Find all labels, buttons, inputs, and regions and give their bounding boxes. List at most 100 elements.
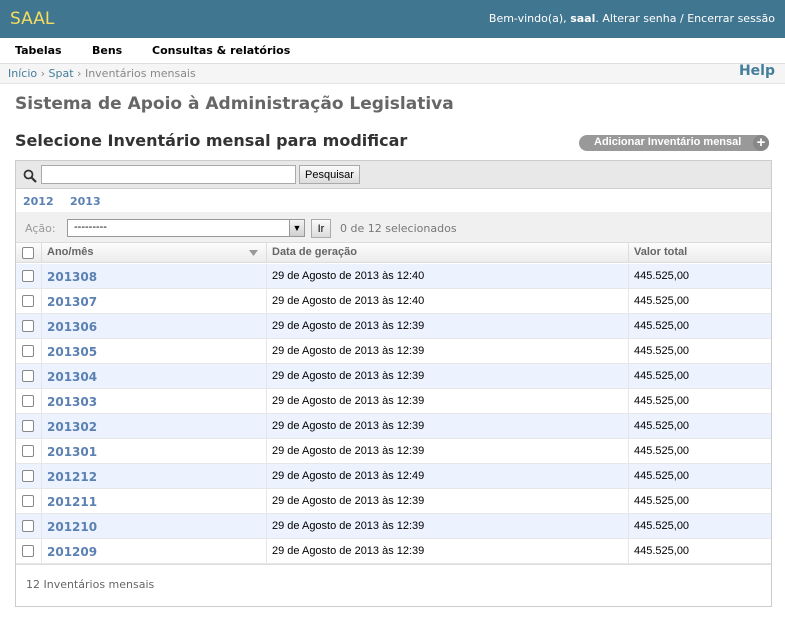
menu-bens[interactable]: Bens <box>92 44 122 57</box>
search-button[interactable]: Pesquisar <box>299 165 360 184</box>
user-tools: Bem-vindo(a), saal. Alterar senha / Ence… <box>488 12 775 25</box>
valor-total-cell: 445.525,00 <box>628 539 771 564</box>
ano-mes-cell: 201303 <box>41 389 266 414</box>
selection-counter: 0 de 12 selecionados <box>340 222 457 235</box>
year-link-2013[interactable]: 2013 <box>70 195 101 208</box>
ano-mes-cell: 201304 <box>41 364 266 389</box>
logout-link[interactable]: Encerrar sessão <box>687 12 775 25</box>
table-row: 201210 29 de Agosto de 2013 às 12:39 445.5… <box>16 514 771 539</box>
ano-mes-link[interactable]: 201306 <box>47 320 97 334</box>
column-header-label: Valor total <box>634 246 688 258</box>
change-password-link[interactable]: Alterar senha <box>602 12 676 25</box>
plus-icon: + <box>753 135 769 151</box>
changelist: Pesquisar 2012 2013 Ação: --------- ▼ Ir… <box>15 160 772 607</box>
ano-mes-link[interactable]: 201302 <box>47 420 97 434</box>
row-checkbox-cell <box>16 339 41 364</box>
data-geracao-cell: 29 de Agosto de 2013 às 12:39 <box>266 389 628 414</box>
site-title: Sistema de Apoio à Administração Legisla… <box>15 94 454 114</box>
data-geracao-cell: 29 de Agosto de 2013 às 12:39 <box>266 514 628 539</box>
ano-mes-link[interactable]: 201209 <box>47 545 97 559</box>
ano-mes-link[interactable]: 201304 <box>47 370 97 384</box>
table-row: 201306 29 de Agosto de 2013 às 12:39 445.5… <box>16 314 771 339</box>
table-row: 201308 29 de Agosto de 2013 às 12:40 445.5… <box>16 264 771 289</box>
ano-mes-link[interactable]: 201305 <box>47 345 97 359</box>
row-checkbox-cell <box>16 439 41 464</box>
row-checkbox[interactable] <box>22 345 34 357</box>
menu-tabelas[interactable]: Tabelas <box>15 44 62 57</box>
data-geracao-cell: 29 de Agosto de 2013 às 12:39 <box>266 314 628 339</box>
row-checkbox[interactable] <box>22 370 34 382</box>
actions-bar: Ação: --------- ▼ Ir 0 de 12 selecionado… <box>16 213 771 243</box>
ano-mes-cell: 201212 <box>41 464 266 489</box>
add-inventario-button[interactable]: Adicionar Inventário mensal + <box>579 135 769 151</box>
data-geracao-cell: 29 de Agosto de 2013 às 12:39 <box>266 414 628 439</box>
ano-mes-cell: 201305 <box>41 339 266 364</box>
ano-mes-cell: 201306 <box>41 314 266 339</box>
table-row: 201209 29 de Agosto de 2013 às 12:39 445.5… <box>16 539 771 564</box>
data-geracao-cell: 29 de Agosto de 2013 às 12:39 <box>266 539 628 564</box>
row-checkbox[interactable] <box>22 420 34 432</box>
row-checkbox[interactable] <box>22 270 34 282</box>
table-row: 201212 29 de Agosto de 2013 às 12:49 445.5… <box>16 464 771 489</box>
paginator: 12 Inventários mensais <box>16 564 771 606</box>
valor-total-cell: 445.525,00 <box>628 514 771 539</box>
go-button[interactable]: Ir <box>311 219 331 238</box>
row-checkbox[interactable] <box>22 395 34 407</box>
valor-total-cell: 445.525,00 <box>628 289 771 314</box>
row-checkbox[interactable] <box>22 545 34 557</box>
add-button-label: Adicionar Inventário mensal <box>594 136 742 148</box>
table-row: 201305 29 de Agosto de 2013 às 12:39 445.5… <box>16 339 771 364</box>
ano-mes-link[interactable]: 201301 <box>47 445 97 459</box>
data-geracao-cell: 29 de Agosto de 2013 às 12:49 <box>266 464 628 489</box>
column-header-ano-mes[interactable]: Ano/mês <box>41 243 266 263</box>
menu-consultas-relatorios[interactable]: Consultas & relatórios <box>152 44 290 57</box>
row-checkbox[interactable] <box>22 320 34 332</box>
row-checkbox[interactable] <box>22 295 34 307</box>
row-checkbox[interactable] <box>22 445 34 457</box>
row-checkbox[interactable] <box>22 470 34 482</box>
select-all-checkbox[interactable] <box>22 247 34 259</box>
year-link-2012[interactable]: 2012 <box>23 195 54 208</box>
column-header-valor-total[interactable]: Valor total <box>628 243 771 263</box>
valor-total-cell: 445.525,00 <box>628 439 771 464</box>
ano-mes-cell: 201211 <box>41 489 266 514</box>
search-input[interactable] <box>41 165 296 184</box>
ano-mes-link[interactable]: 201212 <box>47 470 97 484</box>
header-bar: SAAL Bem-vindo(a), saal. Alterar senha /… <box>0 0 785 38</box>
search-toolbar: Pesquisar <box>16 161 771 189</box>
breadcrumb-app-link[interactable]: Spat <box>49 67 74 80</box>
breadcrumb: Início › Spat › Inventários mensais Help <box>0 63 785 84</box>
action-select[interactable]: --------- ▼ <box>67 219 305 237</box>
sort-descending-icon <box>249 250 258 256</box>
action-select-value: --------- <box>74 221 107 233</box>
valor-total-cell: 445.525,00 <box>628 414 771 439</box>
column-header-data-geracao[interactable]: Data de geração <box>266 243 628 263</box>
ano-mes-link[interactable]: 201211 <box>47 495 97 509</box>
valor-total-cell: 445.525,00 <box>628 464 771 489</box>
ano-mes-link[interactable]: 201308 <box>47 270 97 284</box>
row-checkbox[interactable] <box>22 495 34 507</box>
result-count: 12 Inventários mensais <box>26 578 155 591</box>
table-row: 201211 29 de Agosto de 2013 às 12:39 445.5… <box>16 489 771 514</box>
ano-mes-cell: 201308 <box>41 264 266 289</box>
ano-mes-link[interactable]: 201307 <box>47 295 97 309</box>
breadcrumb-current: Inventários mensais <box>84 67 196 80</box>
data-geracao-cell: 29 de Agosto de 2013 às 12:39 <box>266 364 628 389</box>
valor-total-cell: 445.525,00 <box>628 264 771 289</box>
table-row: 201307 29 de Agosto de 2013 às 12:40 445.5… <box>16 289 771 314</box>
valor-total-cell: 445.525,00 <box>628 364 771 389</box>
column-header-label: Ano/mês <box>47 246 94 258</box>
date-hierarchy: 2012 2013 <box>16 189 771 213</box>
column-header-label: Data de geração <box>272 246 357 258</box>
row-checkbox-cell <box>16 264 41 289</box>
row-checkbox-cell <box>16 539 41 564</box>
breadcrumb-home-link[interactable]: Início <box>8 67 37 80</box>
table-row: 201302 29 de Agosto de 2013 às 12:39 445.5… <box>16 414 771 439</box>
ano-mes-link[interactable]: 201210 <box>47 520 97 534</box>
row-checkbox-cell <box>16 389 41 414</box>
row-checkbox[interactable] <box>22 520 34 532</box>
table-row: 201304 29 de Agosto de 2013 às 12:39 445.5… <box>16 364 771 389</box>
ano-mes-link[interactable]: 201303 <box>47 395 97 409</box>
dropdown-arrow-icon: ▼ <box>289 220 304 236</box>
help-link[interactable]: Help <box>739 63 775 79</box>
